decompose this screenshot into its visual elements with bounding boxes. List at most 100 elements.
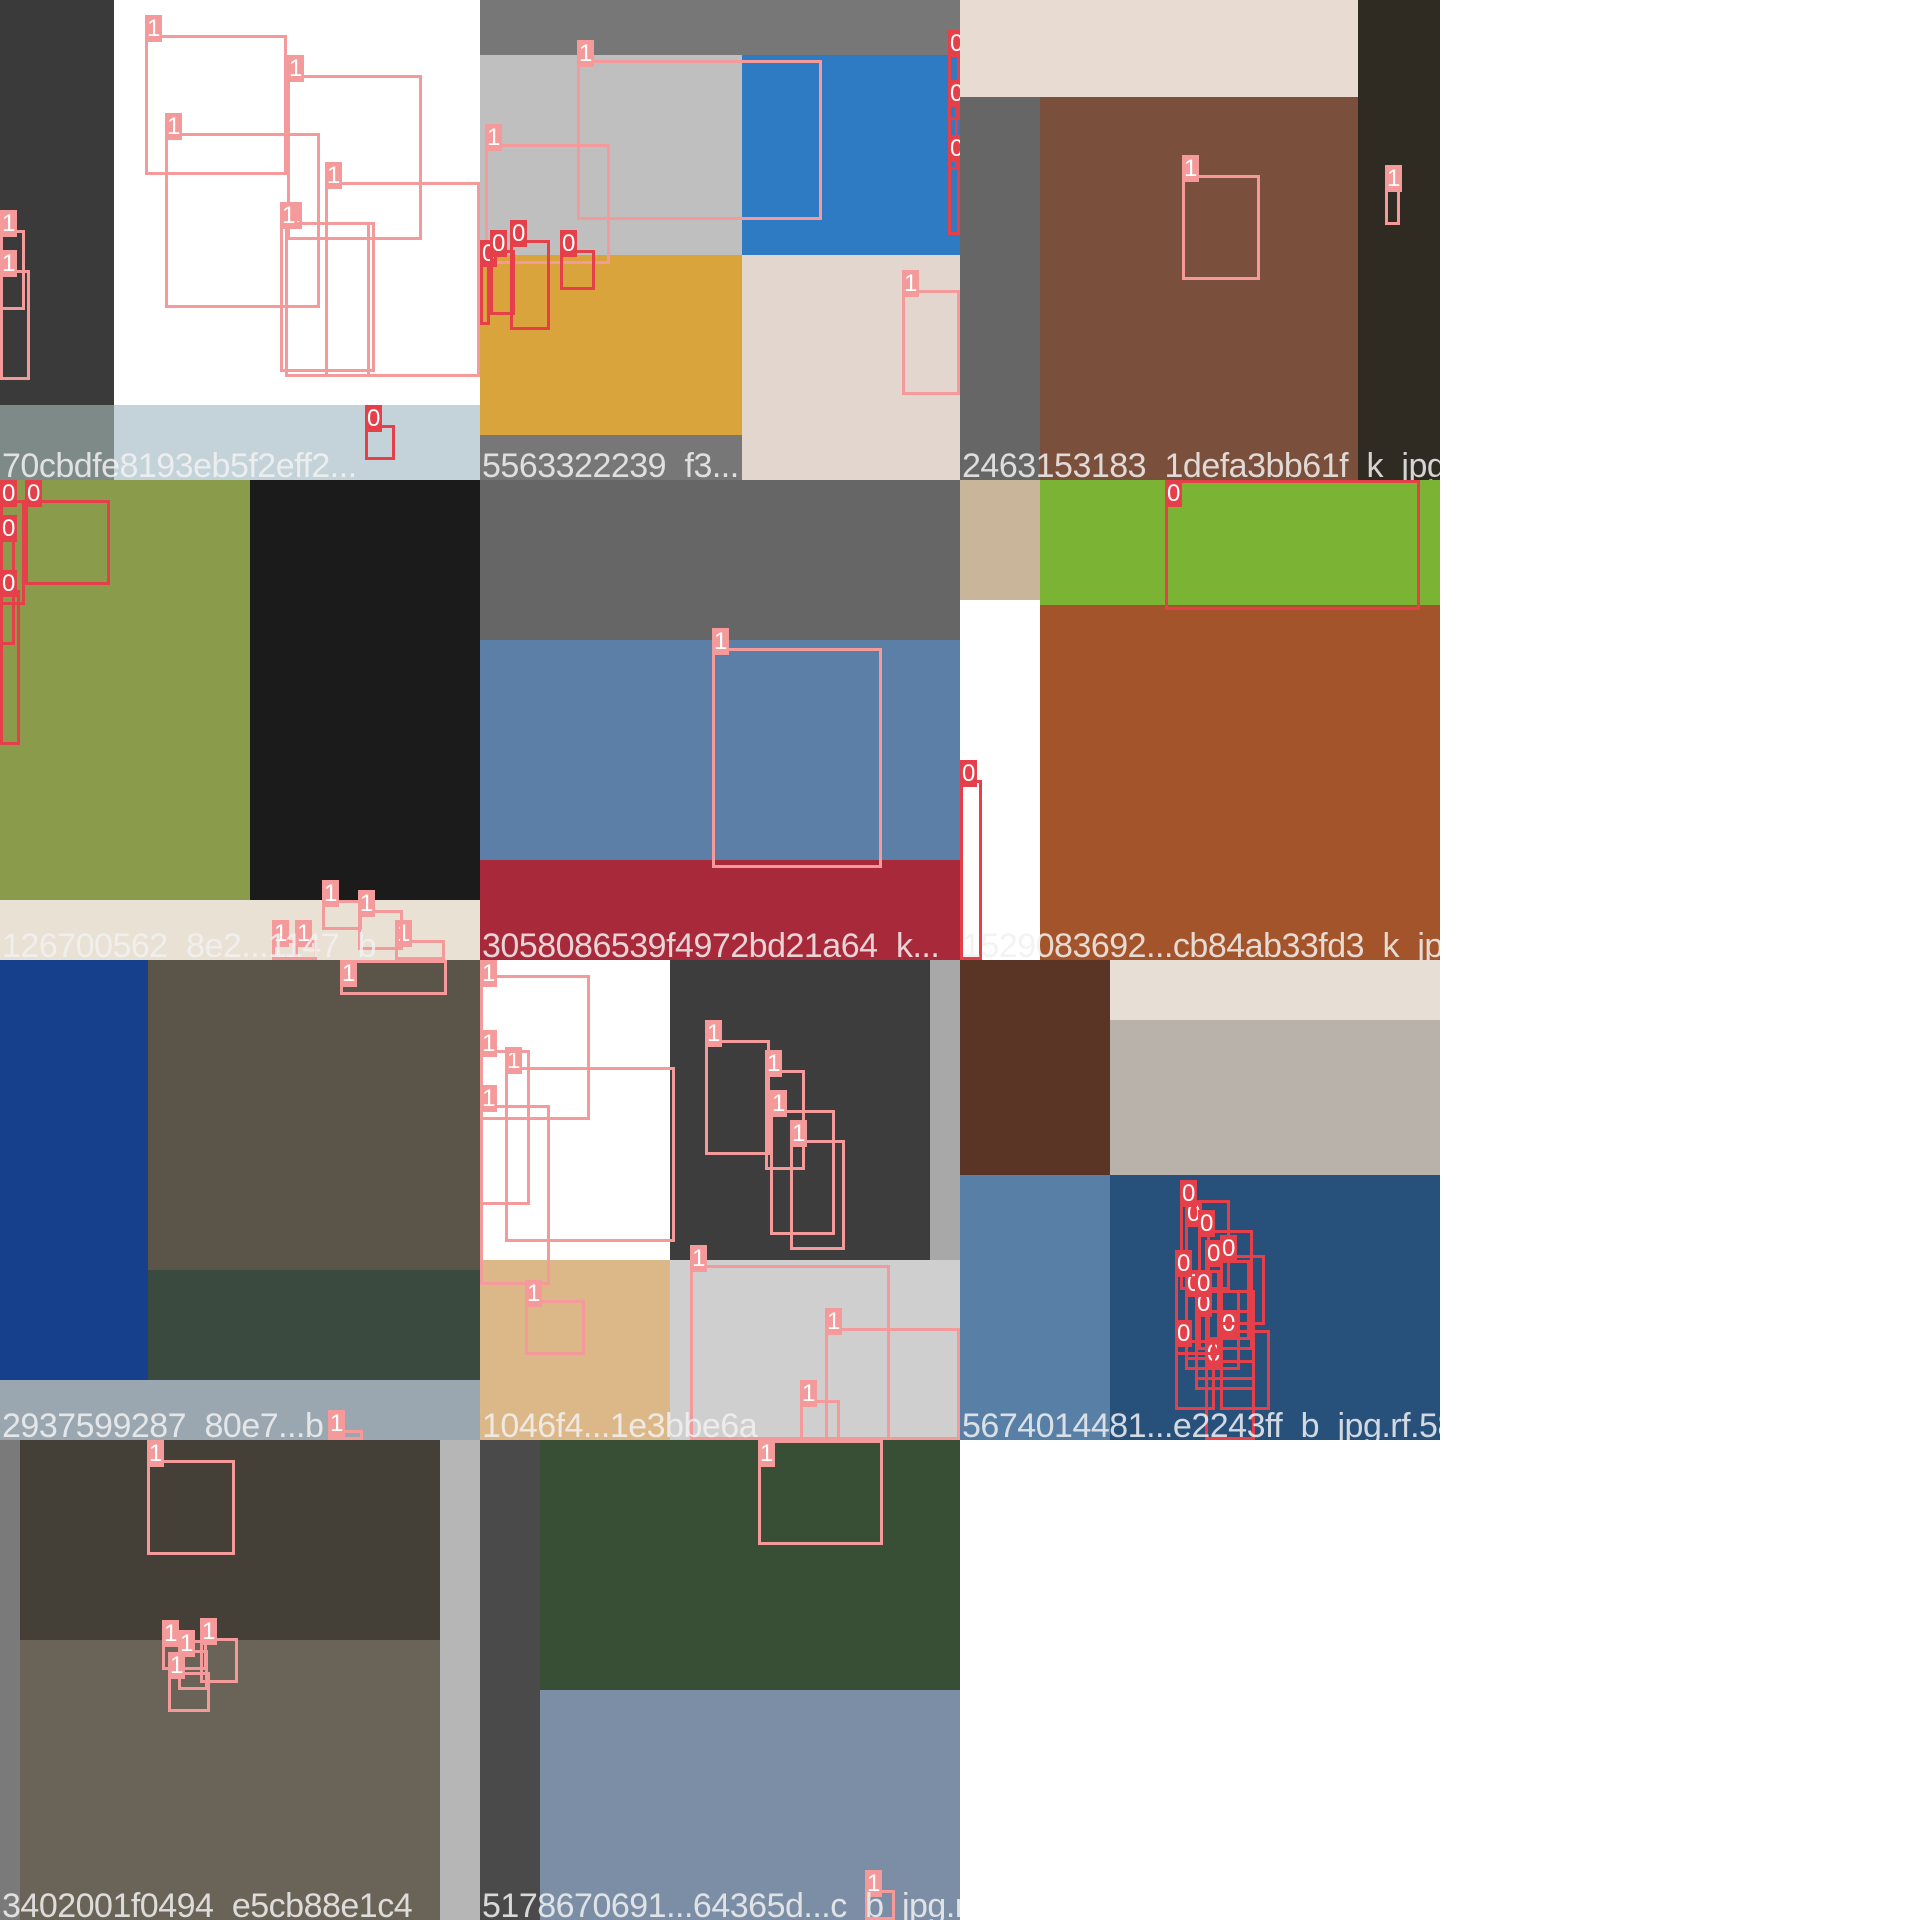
- class-label-tag: 0: [0, 515, 18, 542]
- class-label-tag: 1: [325, 162, 343, 189]
- mosaic-image-piece: [0, 480, 250, 900]
- tile-filename-caption: 70cbdfe8193eb5f2eff2...: [2, 447, 357, 480]
- class-label-tag: 0: [1220, 1310, 1238, 1337]
- class-label-tag: 0: [1220, 1235, 1238, 1262]
- class-label-tag: 1: [165, 113, 183, 140]
- tile-filename-caption: 5178670691...64365d...c_b_jpg.rf.516d778…: [482, 1887, 960, 1920]
- mosaic-image-piece: [1110, 960, 1440, 1020]
- mosaic-tile: 1 1 1 1 1 3402001f0494_e5cb88e1c4: [0, 1440, 480, 1920]
- class-label-tag: 1: [705, 1020, 723, 1047]
- mosaic-tile: 115178670691...64365d...c_b_jpg.rf.516d7…: [480, 1440, 960, 1920]
- mosaic-image-piece: [20, 1640, 440, 1920]
- tile-filename-caption: 1046f4...1e3bbe6a_: [482, 1407, 776, 1440]
- mosaic-tile: 1 1 1 1 1 1 1 1 1 1 1 1 1046f4...1e3bbe6a_: [480, 960, 960, 1440]
- class-label-tag: 0: [560, 230, 578, 257]
- mosaic-image-piece: [960, 1175, 1110, 1440]
- mosaic-image-piece: [1040, 605, 1440, 960]
- class-label-tag: 0: [960, 760, 978, 787]
- class-label-tag: 0: [1195, 1270, 1213, 1297]
- tile-filename-caption: 1529083692...cb84ab33fd3_k_jpg.rf.874d5d…: [962, 927, 1440, 960]
- class-label-tag: 0: [510, 220, 528, 247]
- class-label-tag: 1: [322, 880, 340, 907]
- class-label-tag: 1: [770, 1090, 788, 1117]
- class-label-tag: 1: [395, 920, 413, 947]
- class-label-tag: 1: [480, 1085, 498, 1112]
- mosaic-image-piece: [0, 0, 114, 405]
- tile-filename-caption: 5563322239_f3...: [482, 447, 739, 480]
- class-label-tag: 1: [200, 1618, 218, 1645]
- class-label-tag: 1: [758, 1440, 776, 1467]
- mosaic-tile: 1 1 2463153183_1defa3bb61f_k_jpg.rf.ca5726…: [960, 0, 1440, 480]
- class-label-tag: 1: [340, 960, 358, 987]
- mosaic-image-piece: [1040, 480, 1440, 605]
- class-label-tag: 1: [280, 202, 298, 229]
- mosaic-tile: 0 0 0 0 0 0 0 0 0 0 0 0 5674014481...e2243ff_b_jpg.r…: [960, 960, 1440, 1440]
- class-label-tag: 1: [287, 55, 305, 82]
- class-label-tag: 1: [525, 1280, 543, 1307]
- mosaic-image-piece: [960, 0, 1358, 97]
- class-label-tag: 1: [505, 1047, 523, 1074]
- class-label-tag: 1: [825, 1308, 843, 1335]
- mosaic-image-piece: [540, 1440, 960, 1690]
- class-label-tag: 1: [577, 40, 595, 67]
- tile-filename-caption: 126700562_8e2...1147_b_: [2, 927, 395, 960]
- class-label-tag: 1: [1385, 165, 1403, 192]
- mosaic-image-piece: [148, 1270, 480, 1380]
- mosaic-grid: 11111111070cbdfe8193eb5f2eff2...11000010…: [0, 0, 1440, 1920]
- class-label-tag: 1: [712, 628, 730, 655]
- tile-filename-caption: 2937599287_80e7...b_: [2, 1407, 342, 1440]
- class-label-tag: 1: [147, 1440, 165, 1467]
- mosaic-image-piece: [960, 960, 1110, 1175]
- mosaic-image-piece: [480, 255, 742, 435]
- mosaic-tile: 0 0 0 1 1 1 1 1 0 126700562_8e2...1147_b_: [0, 480, 480, 960]
- class-label-tag: 1: [765, 1050, 783, 1077]
- mosaic-image-piece: [250, 480, 480, 900]
- class-label-tag: 1: [0, 210, 18, 237]
- mosaic-image-piece: [440, 1440, 480, 1920]
- class-label-tag: 1: [162, 1620, 180, 1647]
- mosaic-tile: 0 0 1529083692...cb84ab33fd3_k_jpg.rf.874d…: [960, 480, 1440, 960]
- mosaic-tile: 11111111070cbdfe8193eb5f2eff2...: [0, 0, 480, 480]
- class-label-tag: 1: [790, 1120, 808, 1147]
- class-label-tag: 0: [25, 480, 43, 507]
- class-label-tag: 0: [1205, 1340, 1223, 1367]
- class-label-tag: 0: [0, 480, 18, 507]
- mosaic-image-piece: [1110, 1175, 1440, 1440]
- class-label-tag: 0: [1198, 1210, 1216, 1237]
- class-label-tag: 0: [1165, 480, 1183, 507]
- class-label-tag: 1: [0, 250, 18, 277]
- class-label-tag: 1: [690, 1245, 708, 1272]
- mosaic-image-piece: [742, 255, 960, 480]
- class-label-tag: 1: [485, 124, 503, 151]
- mosaic-image-piece: [480, 480, 960, 640]
- mosaic-image-piece: [960, 97, 1040, 480]
- class-label-tag: 0: [0, 570, 18, 597]
- class-label-tag: 1: [902, 270, 920, 297]
- class-label-tag: 0: [490, 230, 508, 257]
- mosaic-image-piece: [930, 960, 960, 1260]
- tile-filename-caption: 2463153183_1defa3bb61f_k_jpg.rf.ca572619: [962, 447, 1440, 480]
- tile-filename-caption: 3058086539f4972bd21a64_k...: [482, 927, 940, 960]
- mosaic-image-piece: [0, 960, 148, 1380]
- tile-filename-caption: 3402001f0494_e5cb88e1c4: [2, 1887, 413, 1920]
- mosaic-tile: 1 1 0 0 0 0 1 0 0 0 5563322239_f3...: [480, 0, 960, 480]
- mosaic-image-piece: [670, 960, 940, 1260]
- class-label-tag: 0: [948, 80, 960, 107]
- mosaic-tile: 1 3058086539f4972bd21a64_k...: [480, 480, 960, 960]
- class-label-tag: 0: [1180, 1180, 1198, 1207]
- class-label-tag: 0: [1175, 1250, 1193, 1277]
- class-label-tag: 1: [480, 1030, 498, 1057]
- class-label-tag: 1: [800, 1380, 818, 1407]
- class-label-tag: 1: [168, 1652, 186, 1679]
- mosaic-image-piece: [742, 55, 960, 255]
- mosaic-image-piece: [1358, 0, 1440, 480]
- class-label-tag: 0: [948, 135, 960, 162]
- class-label-tag: 1: [1182, 155, 1200, 182]
- class-label-tag: 1: [480, 960, 498, 987]
- mosaic-tile: 1 1 2937599287_80e7...b_: [0, 960, 480, 1440]
- class-label-tag: 0: [948, 30, 960, 57]
- mosaic-image-piece: [20, 1440, 440, 1640]
- class-label-tag: 1: [358, 890, 376, 917]
- class-label-tag: 0: [365, 405, 383, 432]
- mosaic-image-piece: [540, 1690, 960, 1920]
